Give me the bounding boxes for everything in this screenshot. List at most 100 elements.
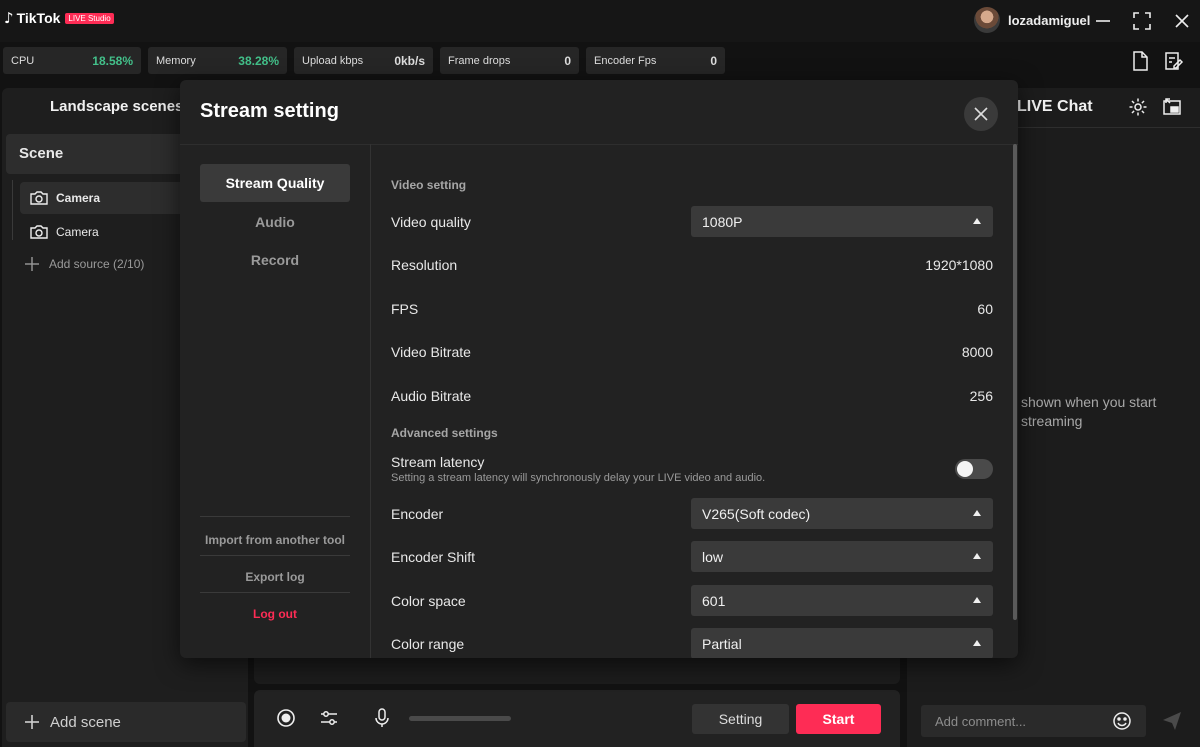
stat-label: Upload kbps [302, 54, 364, 67]
logout-link[interactable]: Log out [200, 607, 350, 621]
color-range-select[interactable]: Partial [691, 628, 993, 658]
chat-empty-message: shown when you start streaming [1021, 393, 1191, 431]
export-log-link[interactable]: Export log [200, 570, 350, 584]
setting-button[interactable]: Setting [692, 704, 789, 734]
stream-setting-dialog: Stream setting Stream Quality Audio Reco… [180, 80, 1018, 658]
document-button[interactable] [1129, 50, 1151, 72]
emoji-button[interactable] [1112, 711, 1132, 736]
chat-title: LIVE Chat [1017, 98, 1093, 115]
send-icon [1163, 712, 1181, 730]
camera-icon [30, 191, 48, 205]
microphone-icon [375, 708, 389, 727]
add-source-label: Add source (2/10) [49, 257, 145, 271]
stat-value: 38.28% [238, 53, 279, 68]
video-quality-label: Video quality [391, 214, 471, 230]
close-dialog-button[interactable] [964, 97, 998, 131]
plus-icon [25, 715, 39, 729]
toggle-knob [957, 461, 973, 477]
control-bar: Setting Start [254, 690, 900, 747]
stat-upload: Upload kbps 0kb/s [294, 47, 433, 74]
color-range-label: Color range [391, 636, 465, 652]
tab-stream-quality[interactable]: Stream Quality [200, 164, 350, 202]
stat-label: Frame drops [448, 54, 511, 67]
video-quality-select[interactable]: 1080P [691, 206, 993, 237]
logo-badge: LIVE Studio [65, 12, 114, 24]
audio-bitrate-label: Audio Bitrate [391, 388, 472, 404]
add-scene-button[interactable]: Add scene [6, 702, 246, 742]
stat-cpu: CPU 18.58% [3, 47, 141, 74]
username: lozadamiguel [1008, 12, 1091, 28]
scene-label: Scene [19, 145, 64, 162]
microphone-button[interactable] [371, 707, 393, 729]
chat-empty-line-1: shown when you start [1021, 394, 1157, 410]
minimize-icon [1096, 20, 1110, 22]
triangle-up-icon [973, 597, 981, 603]
close-window-button[interactable] [1170, 9, 1194, 33]
encoder-shift-select[interactable]: low [691, 541, 993, 572]
select-value: V265(Soft codec) [702, 506, 811, 522]
adjust-button[interactable] [318, 707, 340, 729]
logo-text: TikTok [16, 10, 61, 26]
encoder-shift-label: Encoder Shift [391, 549, 476, 565]
encoder-select[interactable]: V265(Soft codec) [691, 498, 993, 529]
color-space-label: Color space [391, 593, 466, 609]
triangle-up-icon [973, 553, 981, 559]
send-button[interactable] [1161, 710, 1183, 737]
nav-divider [200, 516, 350, 517]
close-icon [1175, 14, 1189, 28]
dialog-vertical-divider [370, 144, 371, 658]
comment-input[interactable] [921, 705, 1111, 737]
stat-label: CPU [11, 54, 35, 67]
plus-icon [25, 257, 39, 271]
document-icon [1133, 51, 1148, 71]
resolution-label: Resolution [391, 257, 458, 273]
select-value: 601 [702, 593, 726, 609]
volume-slider[interactable] [409, 716, 511, 721]
video-bitrate-label: Video Bitrate [391, 344, 471, 360]
stat-value: 18.58% [92, 53, 133, 68]
start-button[interactable]: Start [796, 704, 881, 734]
camera-icon [30, 225, 48, 239]
tab-audio[interactable]: Audio [200, 203, 350, 241]
encoder-label: Encoder [391, 506, 444, 522]
title-bar: ♪ TikTok LIVE Studio lozadamiguel [0, 0, 1200, 42]
nav-divider [200, 592, 350, 593]
stream-latency-toggle[interactable] [955, 459, 993, 479]
stream-latency-label: Stream latency [391, 454, 485, 470]
video-bitrate-value: 8000 [961, 344, 993, 360]
audio-bitrate-value: 256 [969, 388, 993, 404]
triangle-up-icon [973, 640, 981, 646]
popout-chat-button[interactable] [1162, 97, 1182, 122]
color-space-select[interactable]: 601 [691, 585, 993, 616]
stat-value: 0 [564, 53, 571, 68]
stat-label: Memory [156, 54, 196, 67]
dialog-scrollbar[interactable] [1013, 144, 1017, 620]
emoji-icon [1113, 712, 1131, 730]
import-link[interactable]: Import from another tool [200, 533, 350, 547]
notes-button[interactable] [1162, 50, 1184, 72]
source-label: Camera [56, 191, 101, 205]
add-source-button[interactable]: Add source (2/10) [24, 256, 144, 272]
nav-divider [200, 555, 350, 556]
record-button[interactable] [275, 707, 297, 729]
user-profile[interactable]: lozadamiguel [974, 7, 1090, 33]
source-label: Camera [56, 225, 99, 239]
app-logo: ♪ TikTok LIVE Studio [4, 9, 114, 27]
select-value: Partial [702, 636, 742, 652]
edit-notes-icon [1165, 52, 1184, 70]
chat-settings-button[interactable] [1128, 97, 1148, 122]
section-advanced-settings: Advanced settings [391, 426, 498, 440]
fps-label: FPS [391, 301, 419, 317]
maximize-button[interactable] [1130, 9, 1154, 33]
stat-frame-drops: Frame drops 0 [440, 47, 579, 74]
tab-record[interactable]: Record [200, 241, 350, 279]
section-video-setting: Video setting [391, 178, 467, 192]
select-value: low [702, 549, 724, 565]
stat-memory: Memory 38.28% [148, 47, 287, 74]
minimize-button[interactable] [1091, 9, 1115, 33]
avatar[interactable] [974, 7, 1000, 33]
triangle-up-icon [973, 218, 981, 224]
record-icon [277, 709, 295, 727]
fps-value: 60 [977, 301, 993, 317]
tree-line [12, 180, 13, 240]
